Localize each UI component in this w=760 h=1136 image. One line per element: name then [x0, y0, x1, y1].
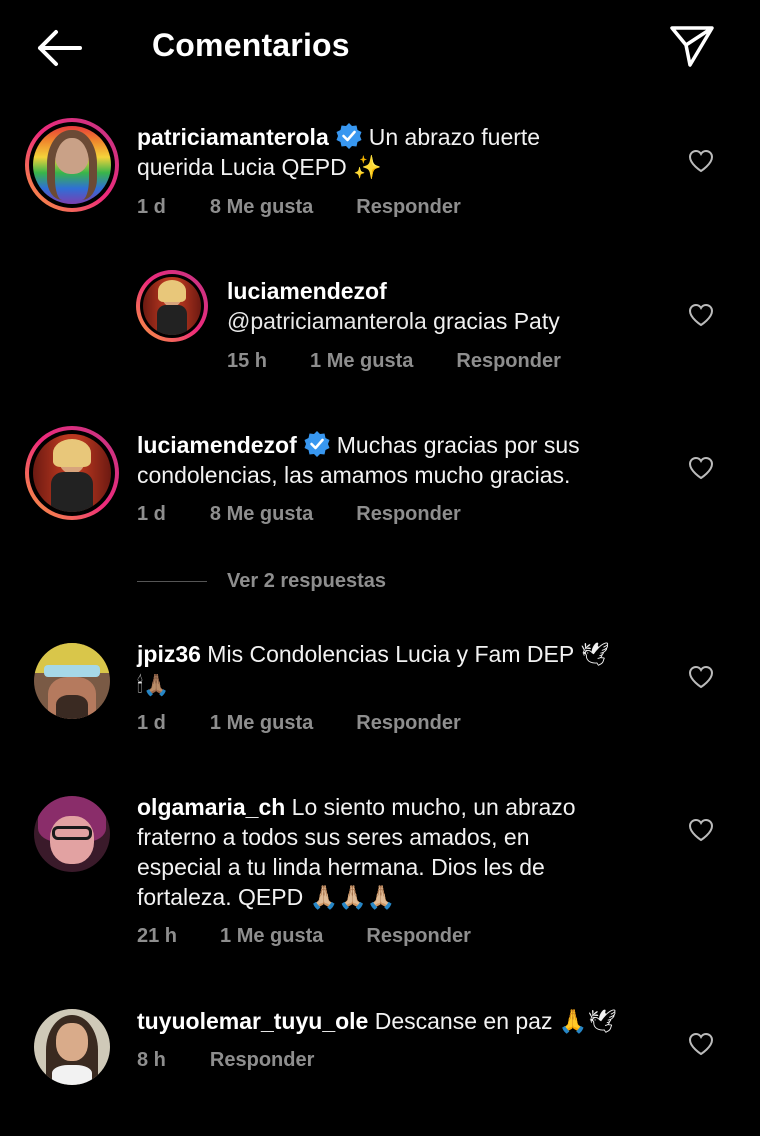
comment-body: especial a tu linda hermana. Dios les de: [137, 854, 545, 880]
reply-button[interactable]: Responder: [366, 925, 470, 948]
comment-username[interactable]: tuyuolemar_tuyu_ole: [137, 1008, 368, 1034]
likes-count[interactable]: 1 Me gusta: [220, 925, 323, 948]
like-button[interactable]: [684, 451, 718, 485]
mention-link[interactable]: @patriciamanterola: [227, 308, 427, 334]
reply-button[interactable]: Responder: [356, 712, 460, 735]
avatar[interactable]: [34, 1009, 110, 1085]
like-button[interactable]: [684, 660, 718, 694]
comment-username[interactable]: patriciamanterola: [137, 124, 329, 150]
comment-text: luciamendezof Muchas gracias por sus cond…: [137, 430, 657, 490]
comment-meta: 1 d 8 Me gusta Responder: [137, 503, 504, 526]
heart-icon: [688, 149, 714, 173]
comment-body: Descanse en paz 🙏🕊: [368, 1008, 617, 1034]
comment-username[interactable]: olgamaria_ch: [137, 794, 285, 820]
comment-time: 21 h: [137, 925, 178, 947]
reply-button[interactable]: Responder: [210, 1049, 314, 1072]
avatar[interactable]: [25, 426, 119, 520]
reply-button[interactable]: Responder: [456, 350, 560, 373]
likes-count[interactable]: 8 Me gusta: [210, 503, 313, 526]
share-button[interactable]: [664, 20, 720, 72]
comment-body: Lo siento mucho, un abrazo: [285, 794, 576, 820]
comment-time: 1 d: [137, 503, 166, 525]
heart-icon: [688, 303, 714, 327]
reply-button[interactable]: Responder: [356, 196, 460, 219]
comment-body: querida Lucia QEPD ✨: [137, 154, 382, 180]
likes-count[interactable]: 1 Me gusta: [310, 350, 413, 373]
comment-body: 🕯🙏🏽: [137, 673, 170, 697]
avatar[interactable]: [136, 270, 208, 342]
heart-icon: [688, 818, 714, 842]
comment-text: olgamaria_ch Lo siento mucho, un abrazo …: [137, 792, 667, 912]
avatar[interactable]: [34, 796, 110, 872]
like-button[interactable]: [684, 144, 718, 178]
like-button[interactable]: [684, 813, 718, 847]
comment-body: Muchas gracias por sus: [336, 432, 580, 458]
avatar[interactable]: [34, 643, 110, 719]
heart-icon: [688, 665, 714, 689]
reply-button[interactable]: Responder: [356, 503, 460, 526]
heart-icon: [688, 1032, 714, 1056]
likes-count[interactable]: 1 Me gusta: [210, 712, 313, 735]
comment-meta: 15 h 1 Me gusta Responder: [227, 350, 604, 373]
comment-username[interactable]: luciamendezof: [137, 432, 297, 458]
comment-body: Un abrazo fuerte: [368, 124, 541, 150]
view-replies-label: Ver 2 respuestas: [227, 570, 386, 592]
comment-body: fortaleza. QEPD 🙏🏼🙏🏼🙏🏼: [137, 884, 396, 910]
paper-plane-icon: [670, 26, 714, 67]
comment-body: Mis Condolencias Lucia y Fam DEP 🕊: [200, 641, 610, 667]
comment-text: jpiz36 Mis Condolencias Lucia y Fam DEP …: [137, 639, 667, 700]
comment-body: gracias Paty: [426, 308, 560, 334]
back-button[interactable]: [30, 24, 88, 72]
comment-text: tuyuolemar_tuyu_ole Descanse en paz 🙏🕊: [137, 1006, 667, 1036]
divider: [137, 581, 207, 582]
view-replies-button[interactable]: Ver 2 respuestas: [137, 570, 386, 593]
like-button[interactable]: [684, 298, 718, 332]
avatar[interactable]: [25, 118, 119, 212]
comment-text: luciamendezof @patriciamanterola gracias…: [227, 276, 667, 336]
like-button[interactable]: [684, 1027, 718, 1061]
comment-time: 1 d: [137, 196, 166, 218]
comment-meta: 1 d 8 Me gusta Responder: [137, 196, 504, 219]
arrow-left-icon: [38, 30, 82, 66]
comment-time: 15 h: [227, 350, 268, 372]
comment-time: 8 h: [137, 1049, 166, 1071]
comment-body: fraterno a todos sus seres amados, en: [137, 824, 530, 850]
comment-meta: 1 d 1 Me gusta Responder: [137, 712, 504, 735]
comment-username[interactable]: luciamendezof: [227, 278, 387, 304]
verified-badge-icon: [304, 431, 330, 457]
comment-meta: 21 h 1 Me gusta Responder: [137, 925, 514, 948]
likes-count[interactable]: 8 Me gusta: [210, 196, 313, 219]
comment-username[interactable]: jpiz36: [137, 641, 201, 667]
verified-badge-icon: [336, 123, 362, 149]
comment-text: patriciamanterola Un abrazo fuerte querid…: [137, 122, 657, 182]
comment-body: condolencias, las amamos mucho gracias.: [137, 462, 571, 488]
comment-meta: 8 h Responder: [137, 1049, 357, 1072]
header: Comentarios: [0, 0, 760, 96]
page-title: Comentarios: [152, 27, 350, 63]
comment-time: 1 d: [137, 712, 166, 734]
heart-icon: [688, 456, 714, 480]
